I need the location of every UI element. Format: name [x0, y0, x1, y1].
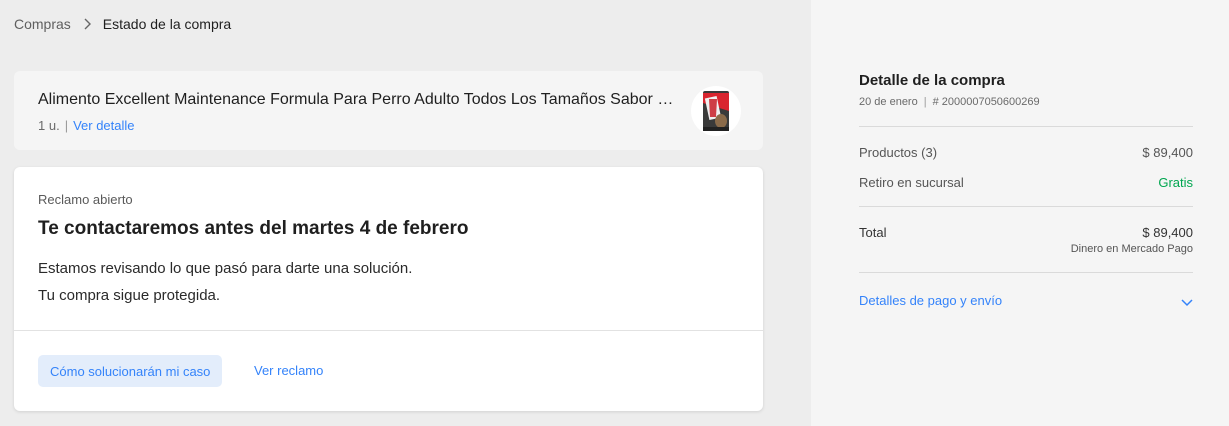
divider [859, 126, 1193, 127]
payment-shipping-details-toggle[interactable]: Detalles de pago y envío [859, 292, 1193, 310]
total-value: $ 89,400 [1142, 225, 1193, 240]
products-row: Productos (3) $ 89,400 [859, 145, 1193, 160]
subtitle-separator: | [923, 96, 927, 108]
total-label: Total [859, 225, 887, 240]
claim-status: Reclamo abierto [38, 192, 133, 207]
product-quantity: 1 u. [38, 118, 60, 133]
meta-separator: | [64, 118, 69, 133]
divider [859, 272, 1193, 273]
products-label: Productos (3) [859, 145, 938, 160]
view-detail-link[interactable]: Ver detalle [73, 118, 134, 133]
chevron-right-icon [83, 18, 91, 30]
claim-card: Reclamo abierto Te contactaremos antes d… [14, 167, 763, 411]
purchase-date: 20 de enero [859, 96, 918, 108]
breadcrumb-compras-link[interactable]: Compras [14, 16, 71, 32]
chevron-down-icon [1181, 294, 1193, 312]
product-title: Alimento Excellent Maintenance Formula P… [38, 91, 678, 108]
product-card: Alimento Excellent Maintenance Formula P… [14, 71, 763, 150]
product-meta: 1 u. | Ver detalle [38, 118, 135, 133]
pickup-label: Retiro en sucursal [859, 175, 964, 190]
claim-heading: Te contactaremos antes del martes 4 de f… [38, 218, 469, 239]
summary-subtitle: 20 de enero | # 2000007050600269 [859, 96, 1040, 108]
divider [14, 330, 763, 331]
claim-protection-message: Tu compra sigue protegida. [38, 287, 221, 304]
pickup-value: Gratis [1158, 175, 1193, 190]
breadcrumb-current: Estado de la compra [102, 16, 232, 32]
claim-message: Estamos revisando lo que pasó para darte… [38, 260, 413, 277]
total-row: Total $ 89,400 Dinero en Mercado Pago [859, 225, 1193, 261]
main-content: Compras Estado de la compra Alimento Exc… [0, 0, 811, 426]
payment-method: Dinero en Mercado Pago [1070, 243, 1193, 255]
products-value: $ 89,400 [1142, 145, 1193, 160]
breadcrumb: Compras Estado de la compra [14, 16, 231, 32]
dog-food-bag-icon [703, 91, 729, 131]
view-claim-link[interactable]: Ver reclamo [254, 363, 323, 378]
how-will-they-solve-button[interactable]: Cómo solucionarán mi caso [38, 355, 223, 387]
summary-title: Detalle de la compra [859, 72, 1005, 89]
pickup-row: Retiro en sucursal Gratis [859, 175, 1193, 190]
product-thumbnail[interactable] [691, 86, 741, 136]
divider [859, 206, 1193, 207]
order-number: # 2000007050600269 [932, 96, 1040, 108]
details-toggle-label: Detalles de pago y envío [859, 293, 1003, 308]
purchase-summary-sidebar: Detalle de la compra 20 de enero | # 200… [811, 0, 1229, 426]
